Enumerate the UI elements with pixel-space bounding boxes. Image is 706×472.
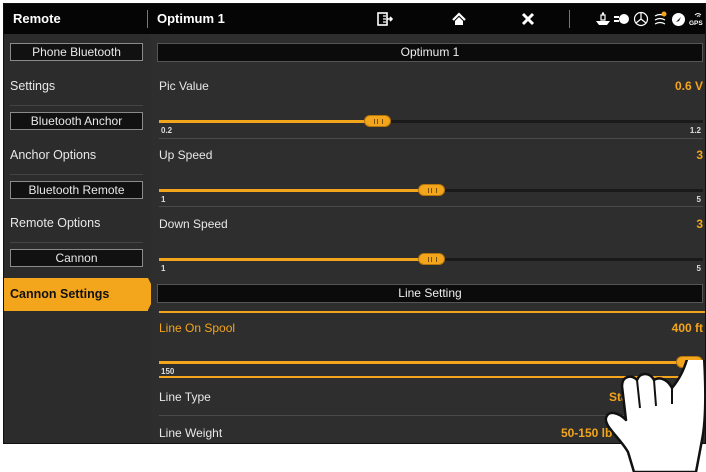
slider-thumb[interactable]: [418, 184, 445, 196]
slider-max-label: 5: [696, 264, 701, 273]
slider-fill: [159, 120, 377, 123]
pic-value-value: 0.6 V: [674, 79, 703, 93]
line-on-spool-value: 400 ft: [671, 321, 703, 335]
slider-min-label: 1: [161, 195, 166, 204]
down-speed-slider[interactable]: 1 5: [159, 253, 703, 276]
divider: [159, 138, 703, 139]
up-speed-label: Up Speed: [159, 148, 213, 162]
pointing-hand-icon: [604, 360, 706, 472]
app-title: Remote: [13, 11, 61, 26]
waypoint-icon: [652, 11, 668, 27]
divider: [10, 174, 143, 175]
sidebar: Phone Bluetooth Settings Bluetooth Ancho…: [4, 34, 156, 443]
line-on-spool-label: Line On Spool: [159, 321, 236, 335]
sidebar-item-anchor-options[interactable]: Anchor Options: [10, 148, 96, 162]
close-icon[interactable]: [518, 9, 538, 29]
up-speed-slider[interactable]: 1 5: [159, 184, 703, 207]
trolling-motor-icon: [613, 11, 631, 27]
line-weight-label: Line Weight: [159, 426, 223, 440]
cannon-header: Cannon: [10, 249, 143, 267]
steering-icon: [633, 11, 649, 27]
page-title: Optimum 1: [157, 11, 225, 26]
sidebar-item-settings[interactable]: Settings: [10, 79, 55, 93]
slider-min-label: 150: [161, 367, 175, 376]
section-header-optimum: Optimum 1: [157, 43, 703, 62]
slider-thumb[interactable]: [363, 115, 391, 127]
pic-value-label: Pic Value: [159, 79, 209, 93]
pic-value-slider[interactable]: 0.2 1.2: [159, 115, 703, 138]
svg-text:GPS: GPS: [689, 20, 703, 27]
selection-indicator: [159, 311, 705, 313]
phone-bluetooth-header: Phone Bluetooth: [10, 43, 143, 61]
section-header-line-setting: Line Setting: [157, 284, 703, 303]
up-speed-value: 3: [696, 148, 703, 162]
home-icon[interactable]: [449, 9, 469, 29]
slider-max-label: 1.2: [689, 126, 701, 135]
slider-thumb[interactable]: [418, 253, 445, 265]
top-bar: Remote Optimum 1 GPS: [4, 4, 705, 34]
divider: [10, 242, 143, 243]
divider: [10, 105, 143, 106]
slider-max-label: 5: [696, 195, 701, 204]
divider: [147, 10, 148, 28]
line-type-label: Line Type: [159, 390, 211, 404]
bluetooth-anchor-header: Bluetooth Anchor: [10, 112, 143, 130]
compass-icon: [671, 11, 686, 27]
down-speed-value: 3: [696, 217, 703, 231]
slider-min-label: 1: [161, 264, 166, 273]
sidebar-item-remote-options[interactable]: Remote Options: [10, 216, 100, 230]
gps-icon: GPS: [688, 11, 704, 27]
sidebar-item-cannon-settings[interactable]: Cannon Settings: [4, 278, 156, 311]
divider: [569, 10, 570, 28]
export-icon[interactable]: [375, 9, 395, 29]
boat-icon: [595, 11, 611, 27]
slider-fill: [159, 189, 431, 192]
slider-fill: [159, 258, 431, 261]
down-speed-label: Down Speed: [159, 217, 228, 231]
bluetooth-remote-header: Bluetooth Remote: [10, 181, 143, 199]
slider-min-label: 0.2: [161, 126, 173, 135]
divider: [159, 206, 703, 207]
